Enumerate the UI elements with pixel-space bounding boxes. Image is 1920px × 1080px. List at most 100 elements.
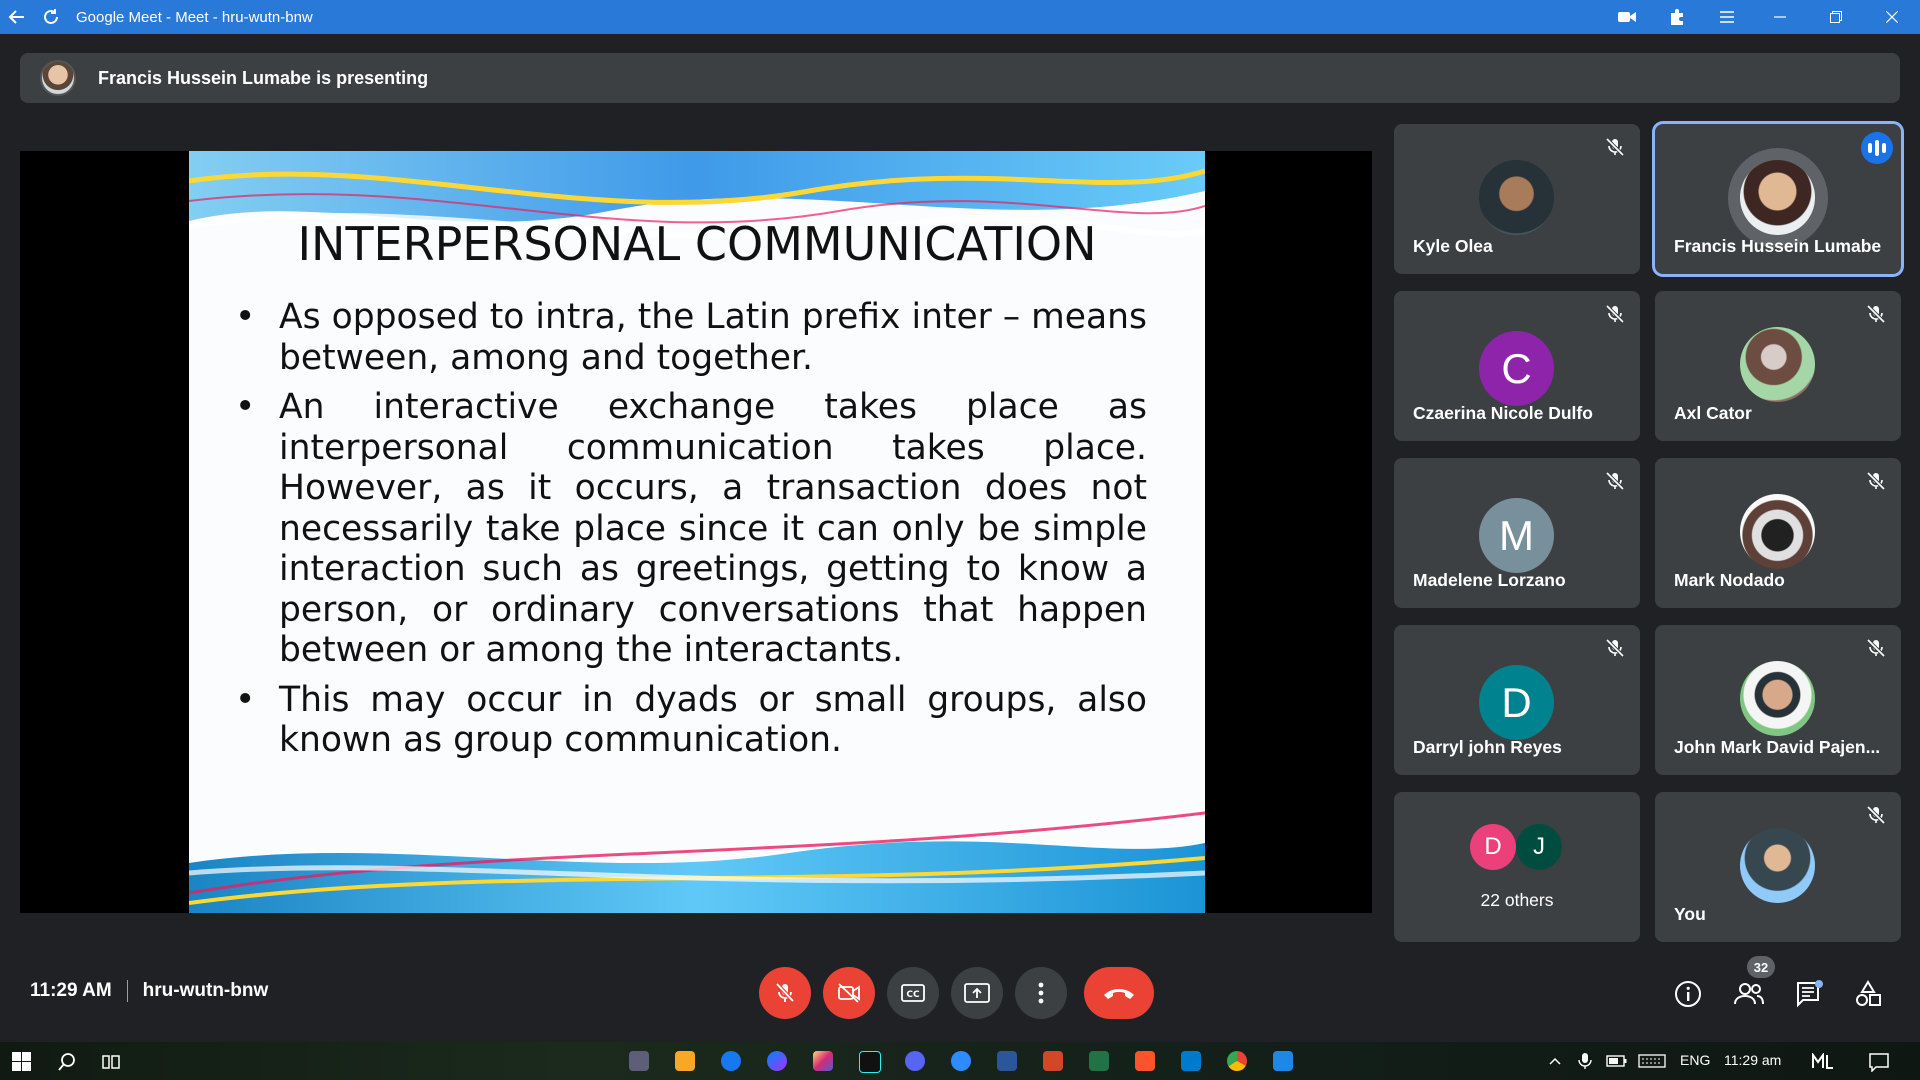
windows-taskbar: ENG 11:29 am (0, 1042, 1920, 1080)
participant-initial-avatar: D (1470, 824, 1516, 870)
speaking-indicator-icon (1861, 132, 1893, 164)
keyboard-icon[interactable] (1638, 1054, 1666, 1068)
captions-button[interactable]: CC (887, 967, 939, 1019)
people-button[interactable] (1733, 978, 1765, 1010)
people-icon (1734, 983, 1764, 1005)
word-icon[interactable] (997, 1051, 1017, 1071)
meeting-time: 11:29 AM (30, 980, 112, 1001)
others-count-label: 22 others (1480, 890, 1554, 910)
battery-icon[interactable] (1606, 1054, 1628, 1068)
chrome-icon[interactable] (1227, 1051, 1247, 1071)
more-vert-icon (1038, 982, 1044, 1004)
minimize-icon[interactable] (1752, 0, 1808, 34)
vscode-icon[interactable] (1181, 1051, 1201, 1071)
chat-icon (1797, 980, 1823, 1008)
participant-avatar (1740, 160, 1815, 235)
participant-tile-madelene-lorzano[interactable]: M Madelene Lorzano (1394, 458, 1640, 608)
microphone-icon[interactable] (1578, 1052, 1592, 1070)
mic-off-icon (1605, 137, 1625, 157)
more-options-button[interactable] (1015, 967, 1067, 1019)
meeting-info: 11:29 AM hru-wutn-bnw (30, 980, 268, 1002)
back-arrow-icon[interactable] (0, 0, 34, 34)
windows-start-icon[interactable] (12, 1052, 31, 1071)
captions-icon: CC (901, 984, 925, 1002)
meeting-details-button[interactable] (1672, 978, 1704, 1010)
notifications-icon[interactable] (1868, 1052, 1890, 1072)
window-title: Google Meet - Meet - hru-wutn-bnw (76, 8, 313, 26)
presentation-stage: INTERPERSONAL COMMUNICATION As opposed t… (20, 151, 1372, 913)
brave-browser-icon[interactable] (1135, 1051, 1155, 1071)
activities-button[interactable] (1852, 978, 1884, 1010)
menu-icon[interactable] (1702, 0, 1752, 34)
chevron-up-icon[interactable] (1548, 1054, 1562, 1068)
participant-tile-you[interactable]: You (1655, 792, 1901, 942)
excel-icon[interactable] (1089, 1051, 1109, 1071)
language-indicator[interactable]: ENG (1680, 1052, 1710, 1068)
participant-avatar (1479, 160, 1554, 235)
zoom-icon[interactable] (951, 1051, 971, 1071)
participant-initial-avatar: C (1479, 331, 1554, 406)
app-icon[interactable] (629, 1051, 649, 1071)
tiktok-icon[interactable] (859, 1051, 881, 1073)
slide-bullet: This may occur in dyads or small groups,… (235, 680, 1147, 761)
presenting-banner: Francis Hussein Lumabe is presenting (20, 53, 1900, 103)
camera-off-icon (838, 983, 860, 1003)
browser-title-bar: Google Meet - Meet - hru-wutn-bnw (0, 0, 1920, 34)
meeting-code[interactable]: hru-wutn-bnw (143, 980, 269, 1002)
participant-name: Czaerina Nicole Dulfo (1413, 403, 1593, 423)
hang-up-icon (1104, 989, 1134, 999)
participant-tile-darryl-john-reyes[interactable]: D Darryl john Reyes (1394, 625, 1640, 775)
powerpoint-icon[interactable] (1043, 1051, 1063, 1071)
participant-tile-kyle-olea[interactable]: Kyle Olea (1394, 124, 1640, 274)
file-explorer-icon[interactable] (675, 1051, 695, 1071)
mic-off-icon (1866, 805, 1886, 825)
participant-initial-avatar: M (1479, 498, 1554, 573)
camera-toggle-button[interactable] (823, 967, 875, 1019)
chat-button[interactable] (1793, 978, 1825, 1010)
present-screen-icon (964, 983, 990, 1003)
participant-tile-mark-nodado[interactable]: Mark Nodado (1655, 458, 1901, 608)
camera-icon[interactable] (1602, 0, 1652, 34)
participant-initial-avatar: D (1479, 665, 1554, 740)
presenting-text: Francis Hussein Lumabe is presenting (98, 67, 429, 88)
restore-icon[interactable] (1808, 0, 1864, 34)
divider (126, 980, 128, 1002)
participant-name: You (1674, 904, 1706, 924)
activities-icon (1856, 980, 1881, 1006)
participant-tile-john-mark-david[interactable]: John Mark David Pajen... (1655, 625, 1901, 775)
mic-off-icon (1605, 471, 1625, 491)
mic-off-icon (1605, 304, 1625, 324)
participant-initial-avatar: J (1516, 824, 1562, 870)
mic-off-icon (1866, 304, 1886, 324)
presenter-avatar (40, 60, 76, 96)
participant-tile-francis-hussein-lumabe[interactable]: Francis Hussein Lumabe (1655, 124, 1901, 274)
present-now-button[interactable] (951, 967, 1003, 1019)
mic-off-icon (775, 982, 795, 1003)
search-icon[interactable] (57, 1052, 77, 1072)
close-icon[interactable] (1864, 0, 1920, 34)
participant-tile-others[interactable]: D J 22 others (1394, 792, 1640, 942)
participant-name: Francis Hussein Lumabe (1674, 236, 1882, 256)
extension-icon[interactable] (1652, 0, 1702, 34)
app-tray-icon[interactable] (1812, 1053, 1834, 1069)
instagram-icon[interactable] (813, 1051, 833, 1071)
participant-tile-czaerina-nicole-dulfo[interactable]: C Czaerina Nicole Dulfo (1394, 291, 1640, 441)
facebook-icon[interactable] (721, 1051, 741, 1071)
participant-name: Kyle Olea (1413, 236, 1493, 256)
slide-bullet: An interactive exchange takes place as i… (235, 387, 1147, 671)
participant-avatar (1740, 494, 1815, 569)
svg-text:CC: CC (906, 990, 920, 1000)
task-view-icon[interactable] (101, 1052, 121, 1072)
mic-off-icon (1866, 471, 1886, 491)
messenger-icon[interactable] (767, 1051, 787, 1071)
reload-icon[interactable] (34, 0, 68, 34)
photos-icon[interactable] (1273, 1051, 1293, 1071)
participant-name: Madelene Lorzano (1413, 570, 1566, 590)
slide-bullet: As opposed to intra, the Latin prefix in… (235, 297, 1147, 378)
others-avatars: D J (1470, 824, 1566, 870)
discord-icon[interactable] (905, 1051, 925, 1071)
taskbar-clock[interactable]: 11:29 am (1724, 1052, 1781, 1068)
participant-tile-axl-cator[interactable]: Axl Cator (1655, 291, 1901, 441)
leave-call-button[interactable] (1084, 967, 1154, 1019)
mic-toggle-button[interactable] (759, 967, 811, 1019)
